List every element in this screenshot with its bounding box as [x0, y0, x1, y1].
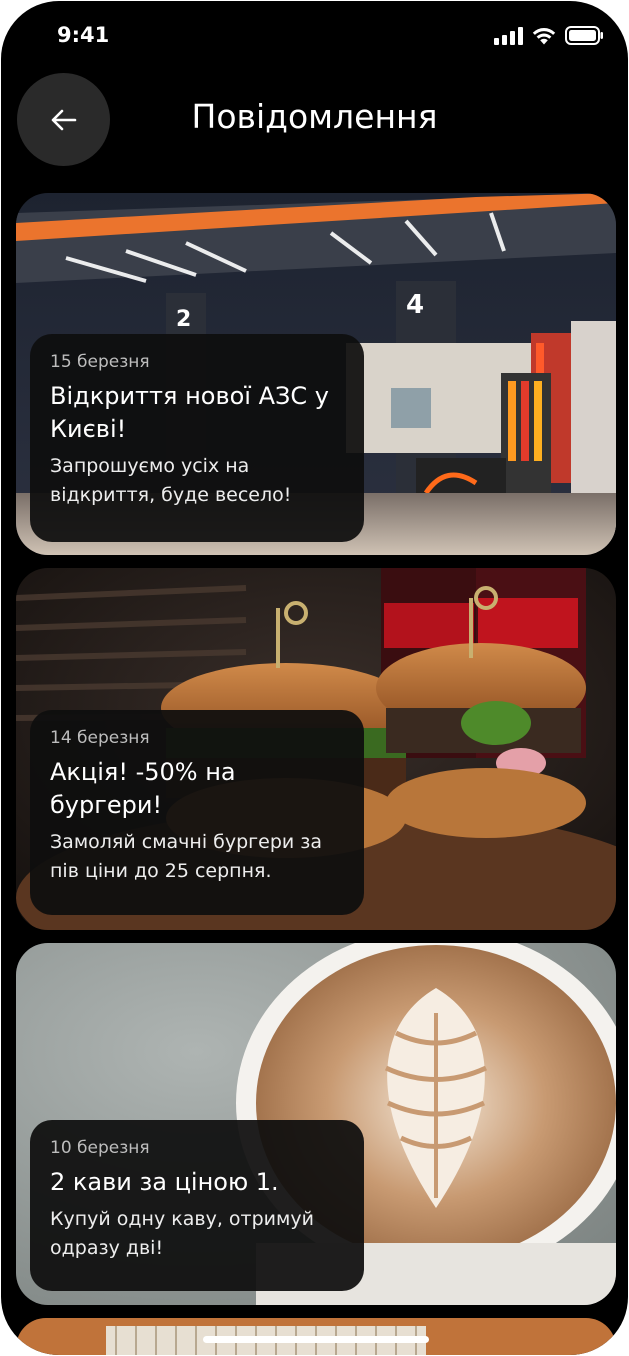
notification-text: Запрошуємо усіх на відкриття, буде весел…	[50, 455, 292, 506]
wifi-icon	[532, 28, 556, 45]
status-time: 9:41	[57, 23, 110, 47]
svg-text:4: 4	[406, 290, 424, 320]
battery-icon	[565, 26, 603, 45]
notification-date: 14 березня	[50, 728, 150, 748]
notification-overlay: 10 березня 2 кави за ціною 1. Купуй одну…	[30, 1120, 364, 1291]
notification-text: Замоляй смачні бургери за пів ціни до 25…	[50, 831, 323, 882]
status-icons	[494, 26, 604, 45]
notification-card[interactable]: 2 4 15 березня Відкриття нової АЗС у Киє…	[16, 193, 616, 555]
notification-text: Купуй одну каву, отримуй одразу дві!	[50, 1208, 314, 1259]
notification-title: 2 кави за ціною 1.	[50, 1168, 279, 1196]
notification-title: Відкриття нової АЗС у Києві!	[50, 382, 329, 443]
phone-screen: 9:41 Повідомлення 2 4 15 березня Відкрит…	[1, 1, 628, 1355]
notification-date: 10 березня	[50, 1138, 150, 1158]
notification-card[interactable]: 10 березня 2 кави за ціною 1. Купуй одну…	[16, 943, 616, 1305]
notification-title: Акція! -50% на бургери!	[50, 758, 236, 819]
notification-overlay: 15 березня Відкриття нової АЗС у Києві! …	[30, 334, 364, 542]
notification-card[interactable]: 14 березня Акція! -50% на бургери! Замол…	[16, 568, 616, 930]
header: Повідомлення	[1, 71, 628, 171]
notification-date: 15 березня	[50, 352, 150, 372]
svg-text:2: 2	[176, 307, 191, 332]
status-bar: 9:41	[1, 1, 628, 71]
cellular-signal-icon	[494, 26, 523, 45]
page-title: Повідомлення	[191, 97, 438, 136]
notification-overlay: 14 березня Акція! -50% на бургери! Замол…	[30, 710, 364, 915]
home-indicator	[203, 1336, 429, 1343]
